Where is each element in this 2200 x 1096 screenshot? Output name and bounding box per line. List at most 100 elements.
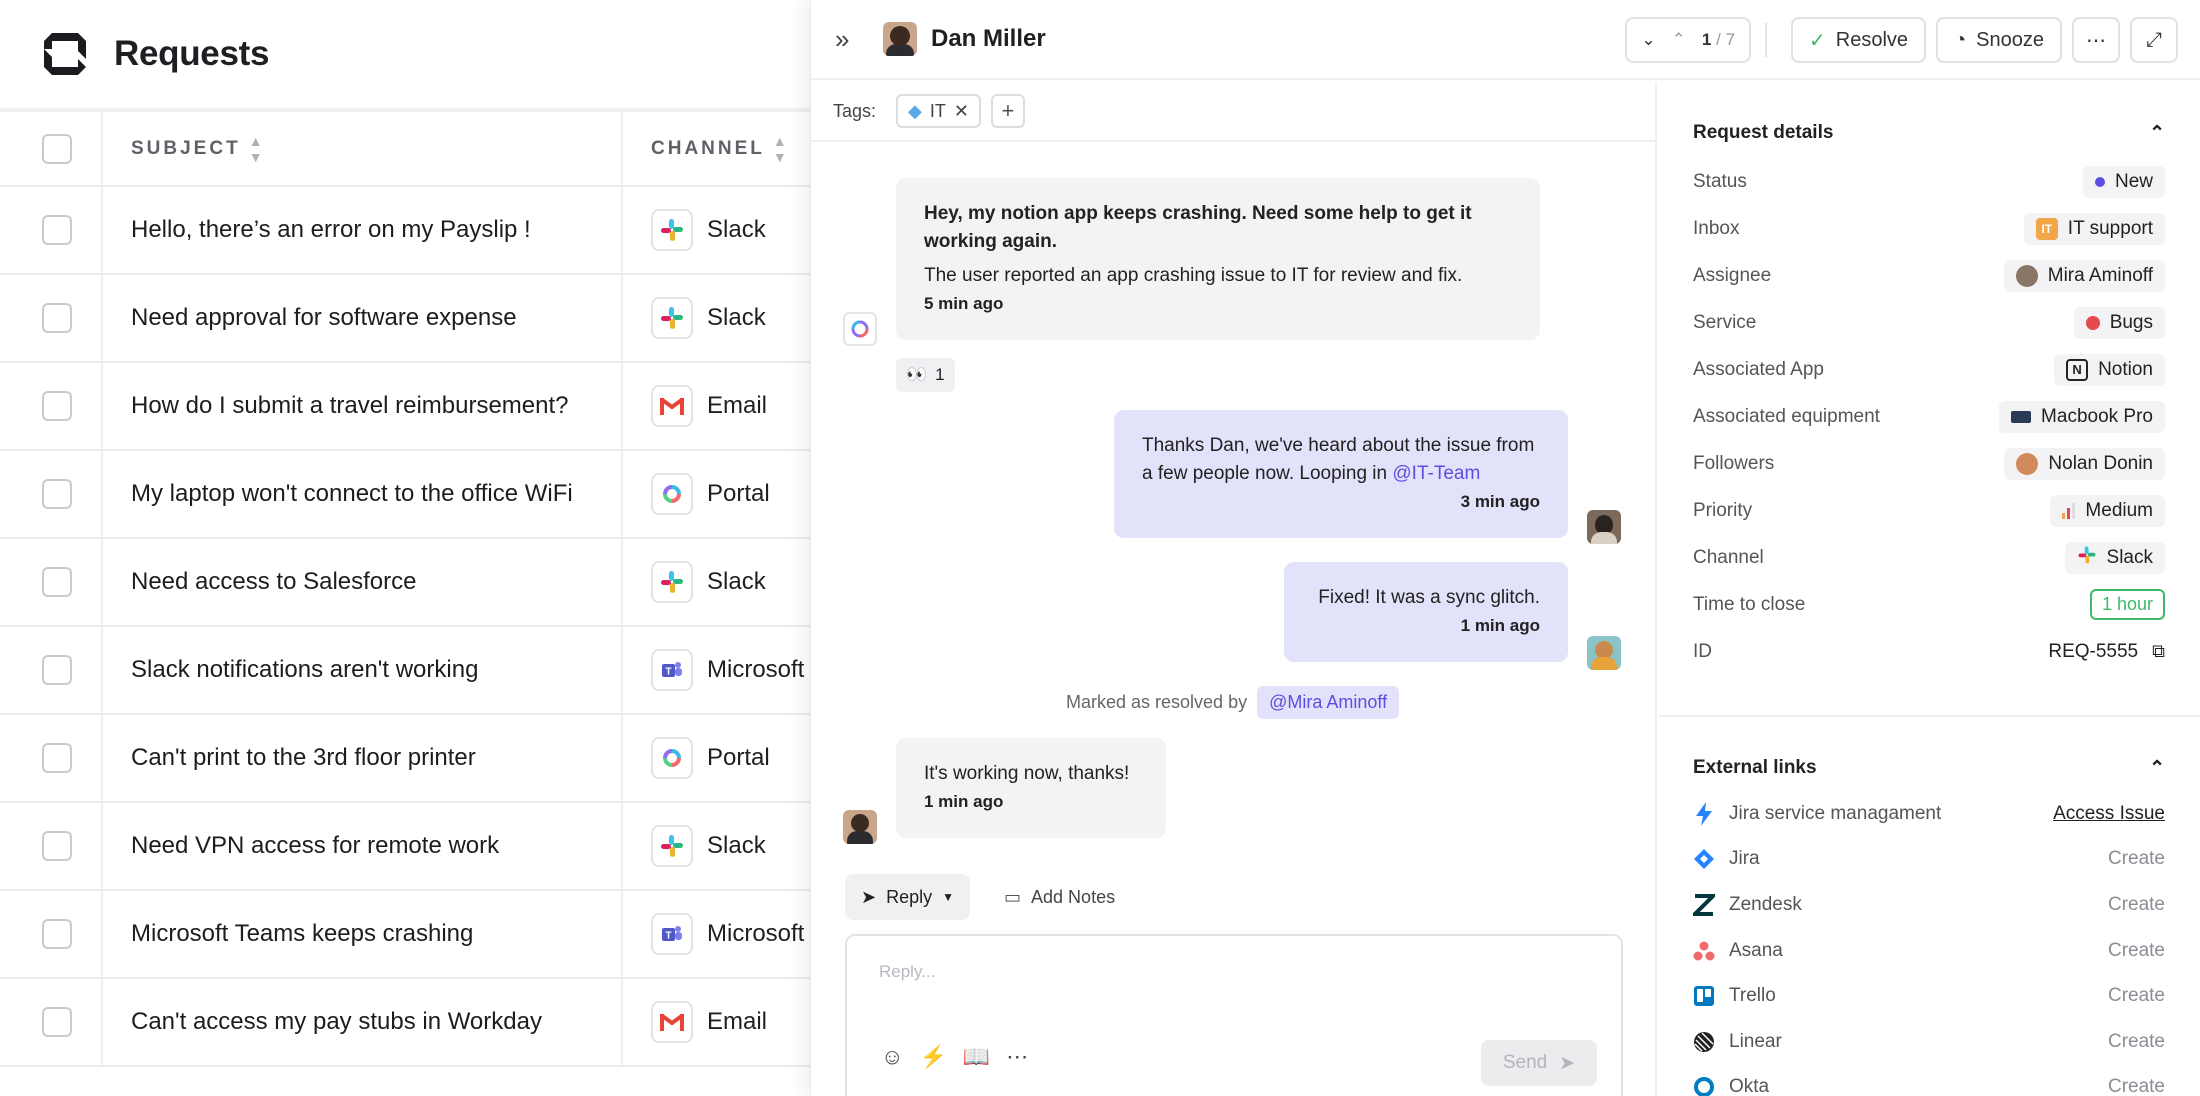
request-subject[interactable]: Can't print to the 3rd floor printer [131, 744, 476, 771]
table-row[interactable]: Slack notifications aren't working T Micro… [0, 626, 810, 715]
resolve-button[interactable]: ✓ Resolve [1791, 17, 1927, 63]
previous-request-icon[interactable]: ⌃ [1672, 30, 1686, 50]
request-subject[interactable]: Need access to Salesforce [131, 568, 416, 595]
sort-icon[interactable]: ▲ ▼ [249, 133, 263, 165]
row-checkbox[interactable] [42, 215, 72, 245]
request-subject[interactable]: Need approval for software expense [131, 304, 517, 331]
external-links-header[interactable]: External links ⌃ [1693, 753, 2165, 783]
channel-cell: Slack [622, 802, 810, 891]
detail-value-pill[interactable]: Nolan Donin [2004, 447, 2165, 480]
collapse-panel-icon[interactable]: » [835, 24, 861, 55]
reaction-chip[interactable]: 👀 1 [896, 358, 955, 392]
table-row[interactable]: Need VPN access for remote work Slack [0, 802, 810, 891]
mention-link[interactable]: @IT-Team [1392, 463, 1480, 484]
tag-chip[interactable]: ◆ IT ✕ [896, 94, 981, 128]
request-id: REQ-5555 [2048, 640, 2139, 662]
eyes-emoji-icon: 👀 [906, 365, 928, 384]
detail-value-pill[interactable]: Slack [2064, 541, 2165, 574]
reply-tab[interactable]: ➤ Reply ▼ [845, 874, 971, 920]
notion-icon: N [2066, 358, 2089, 381]
channel-column-header[interactable]: CHANNEL ▲ ▼ [622, 112, 810, 187]
row-checkbox[interactable] [42, 391, 72, 421]
subject-cell: Can't access my pay stubs in Workday [102, 978, 623, 1067]
request-subject[interactable]: Slack notifications aren't working [131, 656, 478, 683]
snooze-clock-icon: ◔ [1954, 28, 1967, 51]
add-tag-button[interactable]: + [990, 94, 1025, 128]
table-row[interactable]: How do I submit a travel reimbursement? E… [0, 362, 810, 451]
linear-icon [1693, 1031, 1715, 1053]
detail-row-followers: Followers Nolan Donin [1693, 440, 2165, 487]
access-issue-link[interactable]: Access Issue [2053, 803, 2165, 825]
resolved-text: Marked as resolved by [1066, 692, 1248, 712]
detail-value-pill[interactable]: Medium [2050, 494, 2165, 527]
table-row[interactable]: Microsoft Teams keeps crashing T Microsoft [0, 890, 810, 979]
detail-value-pill[interactable]: IT IT support [2023, 212, 2165, 245]
detail-row-id: ID REQ-5555 ⧉ [1693, 628, 2165, 675]
more-options-button[interactable]: ⋯ [2072, 17, 2120, 63]
snooze-button[interactable]: ◔ Snooze [1936, 17, 2062, 63]
row-checkbox[interactable] [42, 743, 72, 773]
create-link[interactable]: Create [2108, 848, 2165, 870]
table-row[interactable]: My laptop won't connect to the office Wi… [0, 450, 810, 539]
copy-icon[interactable]: ⧉ [2152, 641, 2165, 662]
channel-name: Slack [707, 568, 766, 595]
request-subject[interactable]: Can't access my pay stubs in Workday [131, 1008, 542, 1035]
request-subject[interactable]: Microsoft Teams keeps crashing [131, 920, 473, 947]
sort-icon[interactable]: ▲ ▼ [773, 133, 787, 165]
detail-value: New [2114, 170, 2153, 192]
table-row[interactable]: Can't access my pay stubs in Workday Emai… [0, 978, 810, 1067]
detail-value-pill[interactable]: Bugs [2073, 306, 2165, 339]
macro-lightning-icon[interactable]: ⚡ [919, 1044, 946, 1070]
detail-label: Time to close [1693, 593, 1806, 615]
detail-value-pill[interactable]: New [2082, 165, 2165, 198]
request-details-header[interactable]: Request details ⌃ [1693, 118, 2165, 148]
table-row[interactable]: Need access to Salesforce Slack [0, 538, 810, 627]
row-checkbox[interactable] [42, 1007, 72, 1037]
next-request-icon[interactable]: ⌄ [1641, 30, 1655, 50]
external-link-row: Trello Create [1693, 973, 2165, 1019]
row-checkbox[interactable] [42, 303, 72, 333]
chevron-up-icon[interactable]: ⌃ [2149, 122, 2165, 145]
emoji-icon[interactable]: ☺ [881, 1044, 903, 1070]
external-link-row: Okta Create [1693, 1065, 2165, 1096]
request-subject[interactable]: Hello, there’s an error on my Payslip ! [131, 216, 531, 243]
detail-value-pill[interactable]: N Notion [2054, 353, 2165, 386]
table-row[interactable]: Need approval for software expense Slack [0, 274, 810, 363]
detail-value-pill[interactable]: Mira Aminoff [2003, 259, 2165, 292]
row-checkbox[interactable] [42, 567, 72, 597]
create-link[interactable]: Create [2108, 940, 2165, 962]
table-row[interactable]: Hello, there’s an error on my Payslip ! S… [0, 186, 810, 275]
chevron-up-icon[interactable]: ⌃ [2149, 757, 2165, 780]
knowledge-book-icon[interactable]: 📖 [963, 1044, 990, 1070]
row-checkbox[interactable] [42, 479, 72, 509]
note-icon: ▭ [1004, 886, 1022, 907]
gmail-icon [651, 385, 693, 427]
jira-icon [1693, 848, 1715, 870]
create-link[interactable]: Create [2108, 1076, 2165, 1096]
reply-composer[interactable]: Reply... ☺ ⚡ 📖 ⋯ Send ➤ [845, 934, 1623, 1096]
create-link[interactable]: Create [2108, 985, 2165, 1007]
request-subject[interactable]: My laptop won't connect to the office Wi… [131, 480, 573, 507]
detail-value-pill[interactable]: Macbook Pro [1999, 400, 2165, 433]
request-subject[interactable]: How do I submit a travel reimbursement? [131, 392, 569, 419]
row-checkbox[interactable] [42, 831, 72, 861]
row-checkbox[interactable] [42, 919, 72, 949]
row-checkbox[interactable] [42, 655, 72, 685]
remove-tag-icon[interactable]: ✕ [954, 101, 969, 122]
subject-column-header[interactable]: SUBJECT ▲ ▼ [102, 112, 623, 187]
subject-cell: My laptop won't connect to the office Wi… [102, 450, 623, 539]
create-link[interactable]: Create [2108, 894, 2165, 916]
expand-button[interactable]: ⤢ [2130, 17, 2178, 63]
external-link-row: Jira service managament Access Issue [1693, 791, 2165, 837]
detail-row-channel: Channel Slack [1693, 534, 2165, 581]
resolved-by-mention[interactable]: @Mira Aminoff [1257, 686, 1400, 719]
select-all-checkbox[interactable] [42, 133, 72, 164]
add-notes-tab[interactable]: ▭ Add Notes [988, 874, 1131, 920]
more-icon[interactable]: ⋯ [1006, 1044, 1028, 1070]
request-subject[interactable]: Need VPN access for remote work [131, 832, 499, 859]
resolve-label: Resolve [1835, 28, 1909, 51]
send-button[interactable]: Send ➤ [1481, 1040, 1597, 1086]
table-row[interactable]: Can't print to the 3rd floor printer Port… [0, 714, 810, 803]
create-link[interactable]: Create [2108, 1031, 2165, 1053]
requests-list-view: Requests SUBJECT ▲ ▼ CHANNEL ▲ ▼ Hello, ther… [0, 0, 810, 1096]
